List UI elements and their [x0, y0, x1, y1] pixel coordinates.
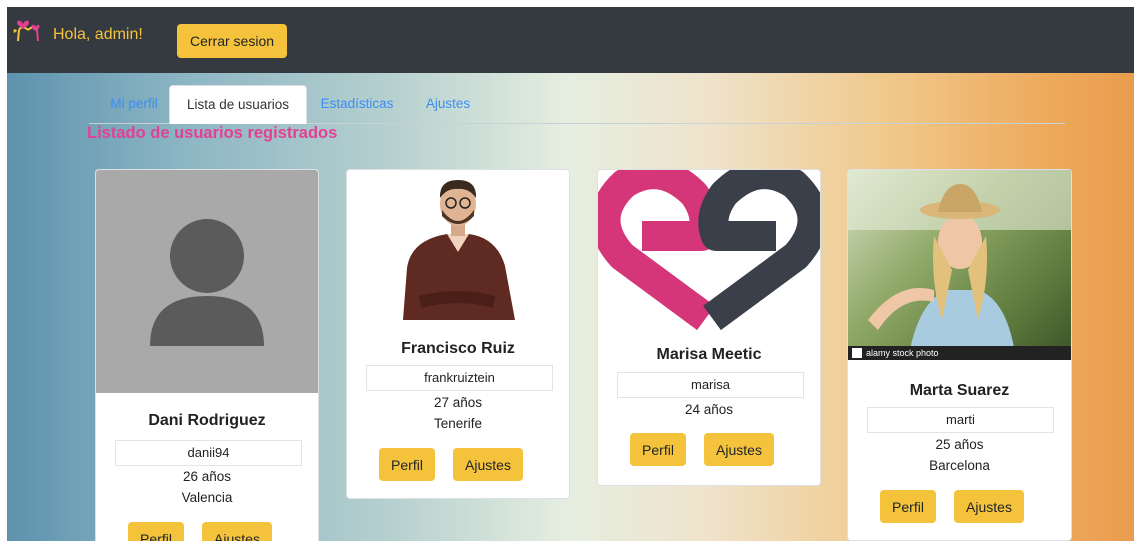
user-name: Marta Suarez — [909, 382, 1010, 399]
username-field: marti — [867, 407, 1054, 433]
username-field: frankruiztein — [366, 365, 553, 391]
user-age: 25 años — [935, 437, 984, 452]
user-city: Valencia — [181, 490, 233, 505]
default-avatar-icon — [96, 170, 318, 393]
page-title: Listado de usuarios registrados — [87, 124, 338, 142]
app-frame: Hola, admin! Cerrar sesion Mi perfil Lis… — [7, 7, 1134, 541]
user-city: Barcelona — [929, 458, 990, 473]
greeting-text: Hola, admin! — [53, 26, 143, 43]
username-field: marisa — [617, 372, 804, 398]
user-age: 26 años — [182, 469, 232, 484]
navbar: Hola, admin! Cerrar sesion — [7, 7, 1134, 73]
user-age: 24 años — [684, 402, 734, 417]
logout-button[interactable]: Cerrar sesion — [177, 24, 287, 58]
user-card: Francisco Ruiz frankruiztein 27 años Ten… — [346, 169, 570, 499]
username-field: danii94 — [115, 440, 302, 466]
settings-button[interactable]: Ajustes — [954, 490, 1024, 523]
meetic-logo — [598, 170, 820, 331]
user-name: Dani Rodriguez — [148, 412, 266, 429]
tab-mi-perfil[interactable]: Mi perfil — [103, 85, 165, 123]
profile-button[interactable]: Perfil — [128, 522, 184, 541]
user-age: 27 años — [433, 395, 483, 410]
settings-button[interactable]: Ajustes — [453, 448, 523, 481]
user-card: Dani Rodriguez danii94 26 años Valencia … — [95, 169, 319, 541]
tab-estadisticas[interactable]: Estadísticas — [313, 85, 401, 123]
user-card: Marisa Meetic marisa 24 años Perfil Ajus… — [597, 169, 821, 486]
tab-ajustes[interactable]: Ajustes — [419, 85, 477, 123]
profile-button[interactable]: Perfil — [880, 490, 936, 523]
user-name: Francisco Ruiz — [401, 340, 515, 357]
user-name: Marisa Meetic — [656, 346, 762, 363]
man-portrait-photo — [347, 170, 569, 320]
woman-selfie-photo: alamy stock photo — [848, 170, 1071, 360]
tab-lista-de-usuarios[interactable]: Lista de usuarios — [169, 85, 307, 124]
user-city: Tenerife — [433, 416, 483, 431]
settings-button[interactable]: Ajustes — [202, 522, 272, 541]
profile-button[interactable]: Perfil — [630, 433, 686, 466]
hearts-logo-icon — [13, 20, 40, 42]
profile-button[interactable]: Perfil — [379, 448, 435, 481]
tab-bar: Mi perfil Lista de usuarios Estadísticas… — [89, 85, 1065, 124]
photo-caption: alamy stock photo — [866, 348, 939, 358]
user-card: alamy stock photo Marta Suarez marti 25 … — [847, 169, 1072, 541]
settings-button[interactable]: Ajustes — [704, 433, 774, 466]
